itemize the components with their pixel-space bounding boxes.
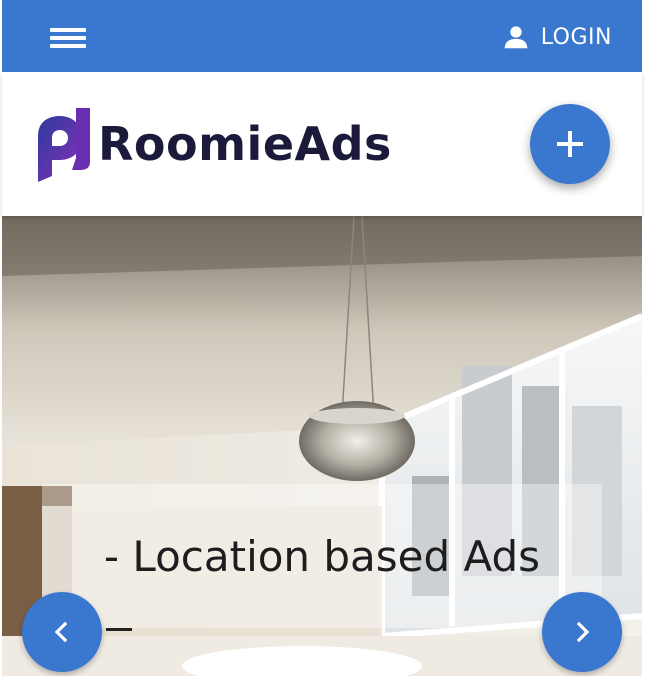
roomieads-logo[interactable]: RoomieAds	[32, 100, 392, 188]
slide-caption: - Location based Ads	[42, 484, 602, 628]
slide-indicator	[106, 628, 132, 631]
chevron-right-icon	[576, 621, 590, 643]
plus-icon	[557, 131, 583, 157]
slide-caption-text: - Location based Ads	[103, 531, 541, 581]
login-button[interactable]: LOGIN	[501, 18, 612, 56]
image-carousel[interactable]: - Location based Ads	[2, 216, 642, 676]
hamburger-menu-icon[interactable]	[46, 24, 86, 52]
add-ad-button[interactable]	[530, 104, 610, 184]
next-slide-button[interactable]	[542, 592, 622, 672]
chevron-left-icon	[54, 621, 68, 643]
login-label: LOGIN	[540, 24, 612, 50]
top-app-bar: LOGIN	[2, 0, 642, 72]
logo-mark-icon	[38, 108, 90, 182]
previous-slide-button[interactable]	[22, 592, 102, 672]
logo-text: RoomieAds	[98, 117, 392, 171]
user-icon	[504, 26, 527, 49]
brand-header: RoomieAds	[2, 72, 642, 216]
